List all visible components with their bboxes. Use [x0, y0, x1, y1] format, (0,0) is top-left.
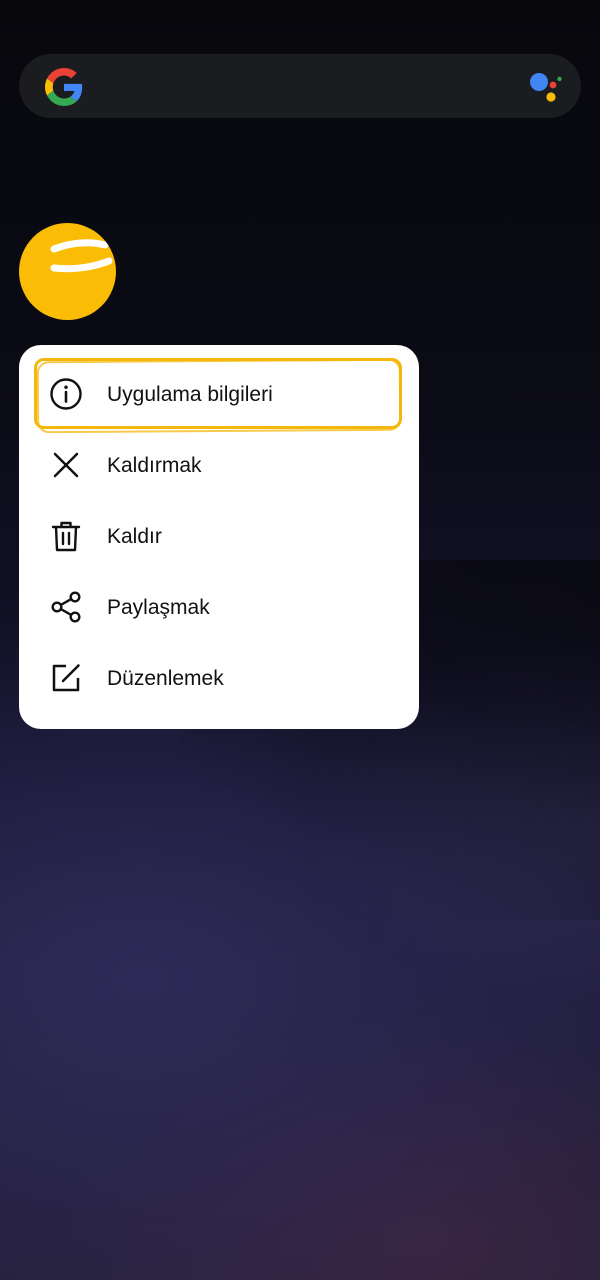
- menu-item-app-info[interactable]: Uygulama bilgileri: [19, 359, 419, 430]
- menu-item-uninstall[interactable]: Kaldır: [19, 501, 419, 572]
- menu-item-label: Kaldırmak: [107, 454, 202, 477]
- google-g-icon: [45, 68, 83, 106]
- app-logo-icon: [50, 239, 113, 273]
- menu-item-label: Düzenlemek: [107, 667, 224, 690]
- trash-icon: [51, 521, 81, 552]
- menu-item-edit[interactable]: Düzenlemek: [19, 643, 419, 714]
- menu-item-share[interactable]: Paylaşmak: [19, 572, 419, 643]
- menu-item-label: Kaldır: [107, 525, 162, 548]
- close-icon: [53, 452, 79, 478]
- google-search-bar[interactable]: [19, 54, 581, 118]
- app-context-menu: Uygulama bilgileri Kaldırmak Kaldır Payl…: [19, 345, 419, 729]
- edit-icon: [52, 664, 80, 692]
- menu-item-remove[interactable]: Kaldırmak: [19, 430, 419, 501]
- google-assistant-icon[interactable]: [529, 70, 563, 104]
- menu-item-label: Paylaşmak: [107, 596, 210, 619]
- app-icon[interactable]: [19, 223, 116, 320]
- info-icon: [50, 378, 82, 410]
- menu-item-label: Uygulama bilgileri: [107, 383, 273, 406]
- share-icon: [51, 591, 81, 623]
